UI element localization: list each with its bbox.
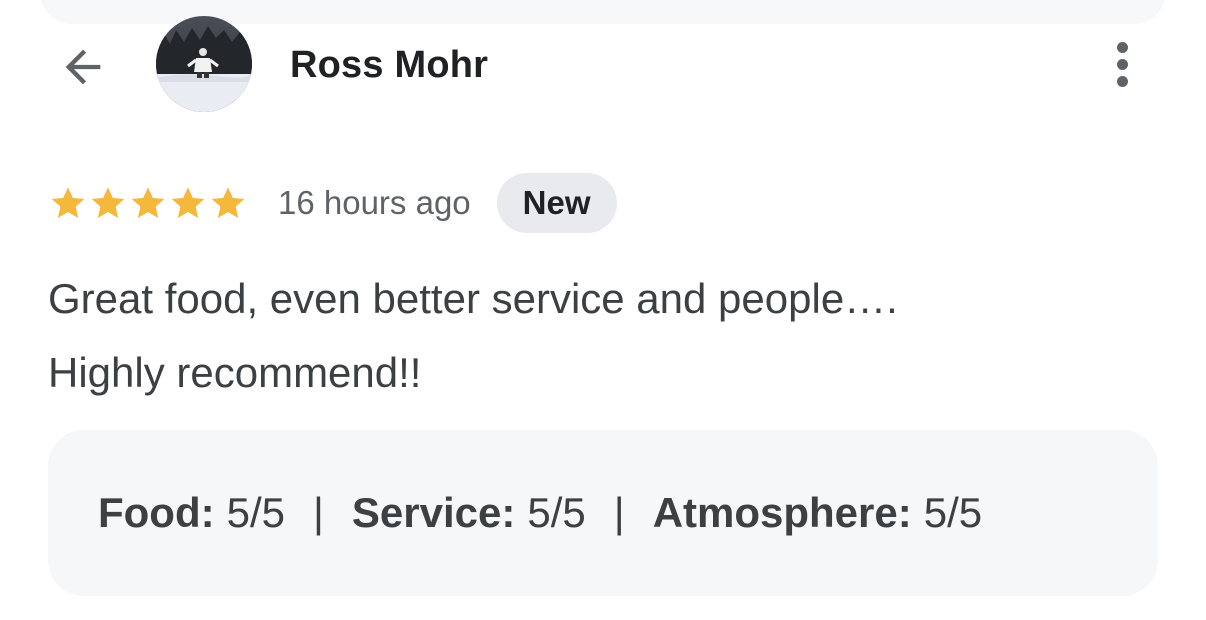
rating-atmosphere: Atmosphere: 5/5	[653, 489, 982, 537]
review-text-line: Highly recommend!!	[48, 349, 422, 396]
arrow-back-icon	[65, 49, 101, 85]
back-button[interactable]	[54, 38, 112, 96]
review-time: 16 hours ago	[278, 184, 471, 221]
star-rating	[48, 183, 248, 223]
star-icon	[91, 187, 125, 218]
avatar-photo	[156, 16, 252, 112]
reviewer-name[interactable]: Ross Mohr	[290, 42, 488, 88]
rating-separator: |	[613, 489, 625, 536]
star-icon	[131, 187, 165, 218]
star-icon	[51, 187, 85, 218]
review-header: Ross Mohr	[0, 0, 1206, 130]
review-meta: 16 hours ago New	[48, 172, 617, 234]
more-vert-icon-dot	[1116, 58, 1128, 70]
rating-separator: |	[313, 489, 324, 536]
avatar[interactable]	[156, 16, 252, 112]
more-vert-icon	[1116, 41, 1128, 53]
new-badge: New	[496, 173, 617, 233]
rating-food: Food: 5/5	[98, 489, 285, 537]
more-vert-icon-dot	[1116, 75, 1128, 87]
rating-value: 5/5	[527, 489, 586, 536]
rating-value: 5/5	[923, 489, 983, 536]
rating-label: Food:	[98, 489, 215, 536]
rating-label: Service:	[351, 489, 516, 536]
review-text-line: Great food, even better service and peop…	[48, 275, 898, 322]
category-ratings-panel: Food: 5/5 | Service: 5/5 | Atmosphere: 5…	[48, 430, 1158, 596]
star-icon	[211, 187, 245, 218]
rating-label: Atmosphere:	[652, 489, 912, 536]
more-options-button[interactable]	[1100, 34, 1144, 94]
star-icon	[171, 187, 205, 218]
rating-value: 5/5	[226, 489, 285, 536]
review-text: Great food, even better service and peop…	[48, 262, 1158, 410]
rating-service: Service: 5/5	[352, 489, 586, 537]
category-ratings: Food: 5/5 | Service: 5/5 | Atmosphere: 5…	[98, 489, 982, 537]
